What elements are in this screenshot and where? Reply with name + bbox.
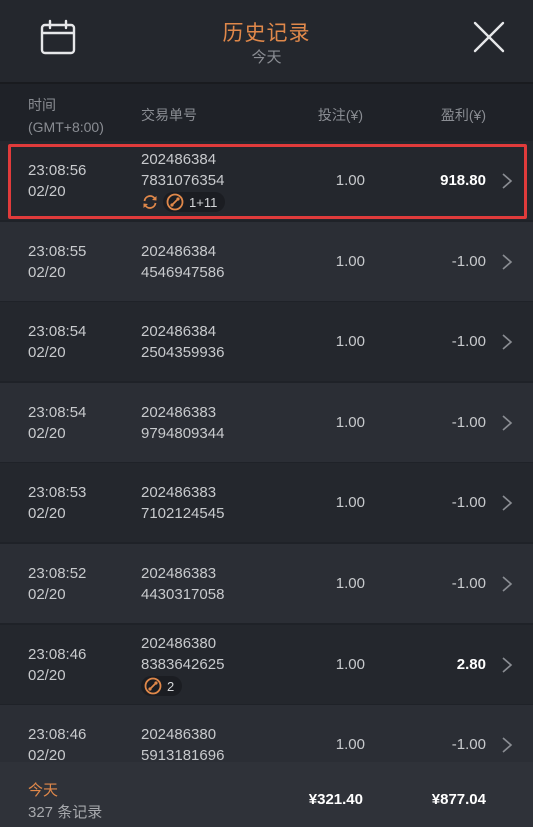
row-date: 02/20: [28, 183, 66, 200]
column-stake: 投注(¥): [317, 107, 363, 123]
parlay-count: 1+11: [189, 194, 218, 210]
row-time: 23:08:54: [28, 404, 87, 421]
row-time: 23:08:46: [28, 646, 87, 663]
row-order-id-part2: 8383642625: [141, 656, 225, 673]
row-stake: 1.00: [335, 656, 365, 673]
history-row[interactable]: 23:08:52 02/20 202486383 4430317058 1.00…: [0, 544, 533, 623]
row-order-id-part2: 4546947586: [141, 264, 225, 281]
row-time: 23:08:53: [28, 484, 87, 501]
history-row[interactable]: 23:08:54 02/20 202486384 2504359936 1.00…: [0, 302, 533, 381]
row-order-id-part1: 202486384: [141, 243, 217, 260]
row-time: 23:08:46: [28, 726, 87, 743]
row-stake: 1.00: [335, 172, 365, 189]
row-order-id-part1: 202486383: [141, 565, 217, 582]
row-stake: 1.00: [335, 575, 365, 592]
page-title: 历史记录: [222, 22, 311, 45]
row-date: 02/20: [28, 505, 66, 522]
history-list: 23:08:56 02/20 202486384 7831076354 1+11…: [0, 141, 533, 762]
chevron-right-icon: [502, 495, 513, 511]
row-profit: -1.00: [451, 575, 486, 592]
summary-total-stake: ¥321.40: [308, 791, 363, 808]
history-row[interactable]: 23:08:46 02/20 202486380 5913181696 1.00…: [0, 705, 533, 762]
row-profit: -1.00: [451, 333, 486, 350]
parlay-icon: [144, 677, 162, 695]
row-time: 23:08:56: [28, 162, 87, 179]
row-profit: -1.00: [451, 253, 486, 270]
chevron-right-icon: [502, 576, 513, 592]
column-time-label: 时间: [28, 97, 56, 113]
summary-record-count: 327 条记录: [28, 804, 103, 821]
history-row[interactable]: 23:08:46 02/20 202486380 8383642625 2 1.…: [0, 625, 533, 704]
refresh-icon: [143, 195, 157, 209]
row-order-id-part1: 202486383: [141, 484, 217, 501]
row-date: 02/20: [28, 667, 66, 684]
column-time-zone: (GMT+8:00): [28, 119, 104, 135]
parlay-badge: 1+11: [163, 192, 226, 212]
chevron-right-icon: [502, 657, 513, 673]
chevron-right-icon: [502, 737, 513, 753]
column-profit: 盈利(¥): [440, 107, 486, 123]
row-profit: 2.80: [456, 656, 486, 673]
row-order-id-part2: 5913181696: [141, 747, 225, 762]
summary-footer: 今天 327 条记录 ¥321.40 ¥877.04: [0, 762, 533, 827]
close-button[interactable]: [470, 18, 508, 56]
column-order: 交易单号: [141, 107, 197, 123]
row-order-id-part2: 4430317058: [141, 586, 225, 603]
row-order-id-part1: 202486380: [141, 635, 217, 652]
row-profit: -1.00: [451, 414, 486, 431]
row-profit: 918.80: [440, 172, 486, 189]
close-icon: [473, 21, 505, 53]
row-time: 23:08:52: [28, 565, 87, 582]
row-date: 02/20: [28, 747, 66, 762]
row-order-id-part1: 202486384: [141, 323, 217, 340]
row-profit: -1.00: [451, 736, 486, 753]
row-order-id-part2: 9794809344: [141, 425, 225, 442]
column-time: 时间 (GMT+8:00): [28, 94, 104, 138]
column-header: 时间 (GMT+8:00) 交易单号 投注(¥) 盈利(¥): [0, 86, 533, 140]
row-badges: 2: [137, 676, 183, 696]
row-stake: 1.00: [335, 253, 365, 270]
history-row[interactable]: 23:08:53 02/20 202486383 7102124545 1.00…: [0, 463, 533, 542]
row-order-id-part1: 202486380: [141, 726, 217, 743]
row-profit: -1.00: [451, 494, 486, 511]
row-time: 23:08:55: [28, 243, 87, 260]
parlay-badge: 2: [141, 676, 183, 696]
history-row[interactable]: 23:08:55 02/20 202486384 4546947586 1.00…: [0, 222, 533, 301]
row-order-id-part2: 7831076354: [141, 172, 225, 189]
header: 历史记录 今天: [0, 0, 533, 84]
row-date: 02/20: [28, 264, 66, 281]
row-order-id-part1: 202486383: [141, 404, 217, 421]
page-subtitle: 今天: [251, 49, 282, 66]
history-row[interactable]: 23:08:56 02/20 202486384 7831076354 1+11…: [0, 141, 533, 220]
summary-total-profit: ¥877.04: [431, 791, 486, 808]
row-badges: 1+11: [141, 192, 226, 212]
row-stake: 1.00: [335, 494, 365, 511]
row-order-id-part2: 7102124545: [141, 505, 225, 522]
row-order-id-part1: 202486384: [141, 151, 217, 168]
row-order-id-part2: 2504359936: [141, 344, 225, 361]
chevron-right-icon: [502, 334, 513, 350]
row-stake: 1.00: [335, 414, 365, 431]
chevron-right-icon: [502, 254, 513, 270]
row-date: 02/20: [28, 344, 66, 361]
row-date: 02/20: [28, 425, 66, 442]
parlay-icon: [166, 193, 184, 211]
row-time: 23:08:54: [28, 323, 87, 340]
history-row[interactable]: 23:08:54 02/20 202486383 9794809344 1.00…: [0, 383, 533, 462]
row-stake: 1.00: [335, 736, 365, 753]
summary-period: 今天: [28, 782, 59, 799]
history-screen: 历史记录 今天 时间 (GMT+8:00) 交易单号 投注(¥) 盈利(¥) 2…: [0, 0, 533, 827]
chevron-right-icon: [502, 173, 513, 189]
row-stake: 1.00: [335, 333, 365, 350]
chevron-right-icon: [502, 415, 513, 431]
parlay-count: 2: [167, 678, 175, 694]
row-date: 02/20: [28, 586, 66, 603]
